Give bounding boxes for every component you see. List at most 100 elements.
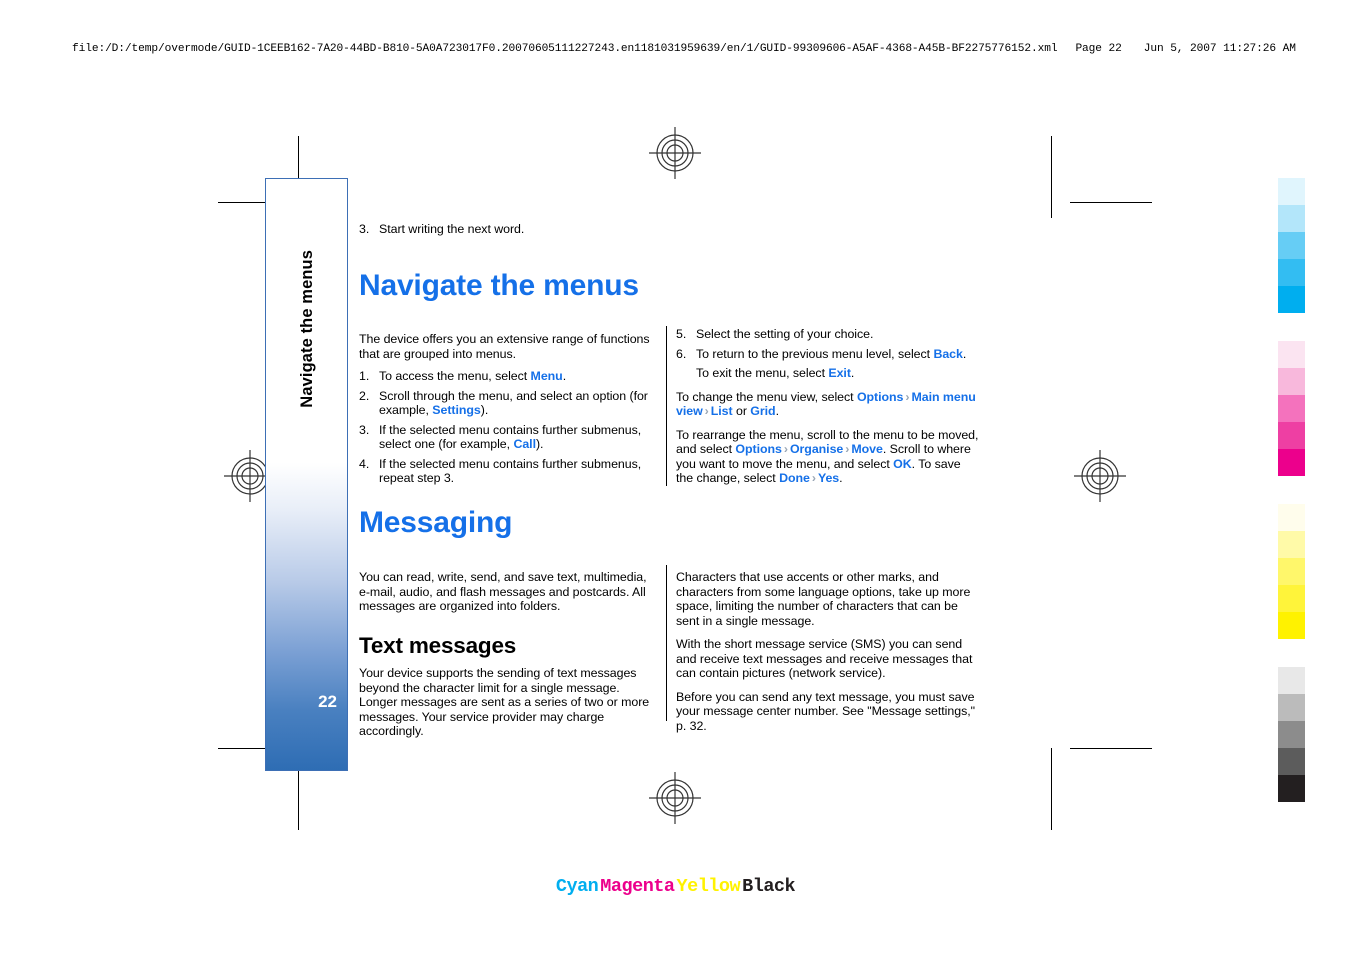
ui-keyword: Options [856,389,904,404]
swatch [1278,775,1305,802]
chapter-tab-label-wrap: Navigate the menus [266,179,349,479]
section-messaging-left-body: You can read, write, send, and save text… [359,570,654,739]
step-number: 5. [676,327,687,341]
swatch [1278,205,1305,232]
step-number: 4. [359,456,370,471]
list-item: 6. To return to the previous menu level, … [676,346,967,361]
list-item: To exit the menu, select Exit. [696,366,855,380]
paragraph-lead-navigate: The device offers you an extensive range… [359,332,650,361]
swatch [1278,694,1305,721]
ui-keyword: Organise [789,442,844,456]
step-number: 3. [359,422,370,437]
step-number: 6. [676,346,687,361]
color-name-yellow: Yellow [676,876,741,897]
swatch [1278,504,1305,531]
swatch [1278,341,1305,368]
section-navigate-left: Navigate the menus [359,270,654,302]
ui-keyword: Menu [530,369,563,383]
paragraph-lead-messaging: You can read, write, send, and save text… [359,570,647,613]
magenta-ramp [1278,341,1305,476]
list-item: 5. Select the setting of your choice. [676,327,874,341]
paragraph-messaging-accents: Characters that use accents or other mar… [676,570,971,628]
swatch [1278,748,1305,775]
list-item: 4. If the selected menu contains further … [359,456,642,486]
print-header: file:/D:/temp/overmode/GUID-1CEEB162-7A2… [72,43,1296,55]
swatch [1278,395,1305,422]
ui-keyword: Call [513,437,536,451]
swatch [1278,259,1305,286]
ui-keyword: Move [851,442,883,456]
swatch [1278,667,1305,694]
step-number: 2. [359,388,370,403]
print-header-page: Page 22 [1075,43,1122,55]
cyan-ramp [1278,178,1305,313]
swatch [1278,178,1305,205]
step-text: Start writing the next word. [379,222,525,236]
registration-mark-right [1072,448,1128,504]
crop-mark-bottom-right-h [1070,748,1152,749]
swatch [1278,449,1305,476]
page-title-messaging: Messaging [359,506,513,539]
page-number: 22 [318,692,337,711]
step-list-navigate-left: 1. To access the menu, select Menu. 2. Scr… [359,369,654,486]
column-divider-bottom [666,565,667,721]
list-item: 3. Start writing the next word. [359,222,654,237]
page-title-navigate: Navigate the menus [359,269,639,302]
carryover-step-block: 3. Start writing the next word. [359,222,654,242]
print-header-filepath: file:/D:/temp/overmode/GUID-1CEEB162-7A2… [72,43,1058,55]
crop-mark-bottom-right-v [1051,748,1052,830]
crop-mark-top-right-h [1070,202,1152,203]
ui-keyword: Back [933,346,963,361]
ui-keyword: Exit [828,366,851,380]
color-name-legend: Cyan Magenta Yellow Black [0,876,1351,897]
paragraph-messaging-sms: With the short message service (SMS) you… [676,637,973,680]
swatch [1278,232,1305,259]
section-messaging-right: Characters that use accents or other mar… [676,570,979,733]
paragraph-menu-view: To change the menu view, select Options ›… [676,389,976,419]
ui-keyword: List [710,404,733,418]
paragraph-messaging-center-number: Before you can send any text message, yo… [676,689,975,733]
ui-keyword: Options [735,442,782,456]
section-messaging-left: Messaging [359,507,654,539]
swatch [1278,531,1305,558]
swatch [1278,368,1305,395]
ui-keyword: Grid [750,404,776,418]
print-header-timestamp: Jun 5, 2007 11:27:26 AM [1143,43,1296,55]
chevron-right-icon: › [704,404,709,418]
list-item: 3. If the selected menu contains further … [359,422,642,452]
swatch [1278,721,1305,748]
list-item: 1. To access the menu, select Menu. [359,369,567,383]
color-name-cyan: Cyan [555,876,599,897]
swatch [1278,585,1305,612]
column-divider-top [666,326,667,486]
swatch [1278,612,1305,639]
section-navigate-right: 5. Select the setting of your choice. 6. T… [676,327,979,486]
step-number: 1. [359,369,370,383]
chevron-right-icon: › [811,471,816,485]
subsection-title-text-messages: Text messages [359,632,517,658]
ui-keyword: OK [893,456,912,471]
list-item: 2. Scroll through the menu, and select an… [359,388,648,418]
swatch [1278,558,1305,585]
registration-mark-bottom [647,770,703,826]
chevron-right-icon: › [783,442,788,456]
black-ramp [1278,667,1305,802]
step-number: 3. [359,222,370,236]
yellow-ramp [1278,504,1305,639]
color-name-magenta: Magenta [600,876,675,897]
section-navigate-left-body: The device offers you an extensive range… [359,332,654,491]
color-name-black: Black [742,876,796,897]
swatch [1278,422,1305,449]
chapter-tab-label: Navigate the menus [298,250,316,408]
crop-mark-top-right-v [1051,136,1052,218]
registration-mark-top [647,125,703,181]
ui-keyword: Done [779,471,810,485]
paragraph-rearrange-menu: To rearrange the menu, scroll to the men… [676,427,979,486]
ui-keyword: Settings [432,403,481,417]
paragraph-text-messages-body: Your device supports the sending of text… [359,666,650,739]
carryover-step-list: 3. Start writing the next word. [359,222,654,237]
swatch [1278,286,1305,313]
chapter-tab-sidebar: Navigate the menus 22 [265,178,348,771]
ui-keyword: Yes [817,471,840,485]
step-list-navigate-right: 5. Select the setting of your choice. 6. T… [676,327,979,381]
